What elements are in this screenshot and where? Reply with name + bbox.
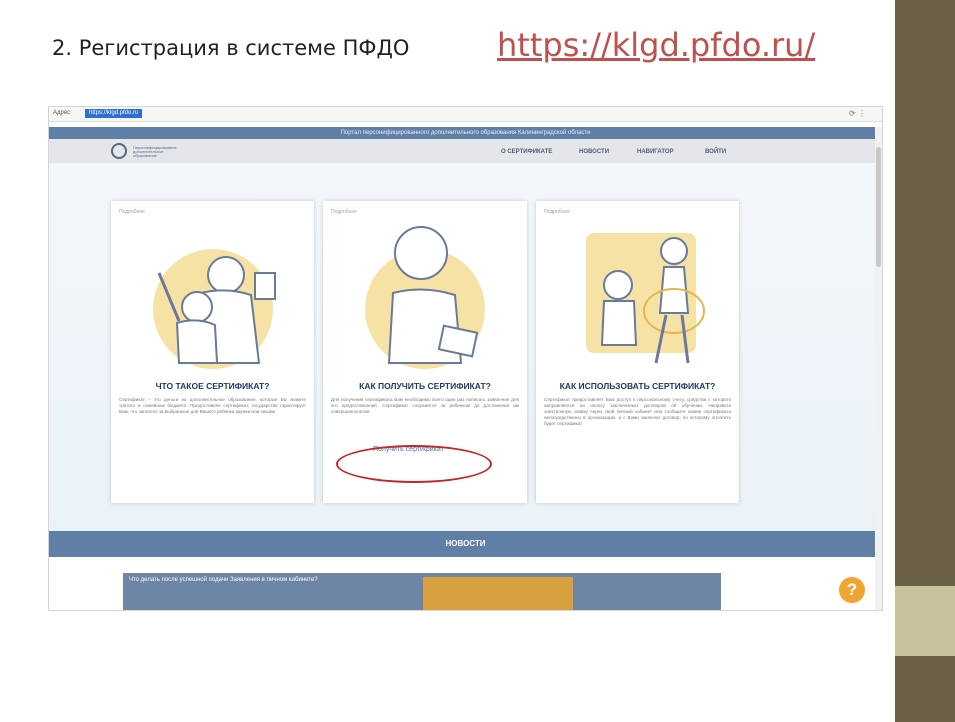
news-item-title[interactable]: Что делать после успешной подачи Заявлен… (129, 577, 318, 583)
family-illustration (153, 249, 276, 369)
portal-title-bar: Портал персонифицированного дополнительн… (49, 127, 882, 139)
card-more-link[interactable]: Подробнее (119, 209, 145, 215)
refresh-icon[interactable]: ⟳ ⋮ (849, 109, 866, 118)
address-bar: Адрес https://klgd.pfdo.ru ⟳ ⋮ (49, 107, 882, 122)
logo-icon[interactable] (111, 143, 127, 159)
card-title: КАК ПОЛУЧИТЬ СЕРТИФИКАТ? (359, 381, 491, 391)
card-text: Сертификат – это деньги на дополнительно… (119, 397, 306, 414)
site-url-link[interactable]: https://klgd.pfdo.ru/ (497, 26, 815, 64)
card-title: КАК ИСПОЛЬЗОВАТЬ СЕРТИФИКАТ? (559, 381, 716, 391)
slide-decor-accent (895, 586, 955, 656)
address-url[interactable]: https://klgd.pfdo.ru (85, 109, 143, 118)
news-header: НОВОСТИ (49, 531, 882, 557)
nav-item-about-certificate[interactable]: О СЕРТИФИКАТЕ (501, 149, 552, 155)
website-screenshot: Адрес https://klgd.pfdo.ru ⟳ ⋮ Портал пе… (48, 106, 883, 611)
children-illustration (586, 233, 705, 364)
card-how-to-use-certificate: Подробнее КАК ИСПОЛЬЗОВАТЬ СЕРТИФИКАТ? С… (536, 201, 739, 503)
card-what-is-certificate: Подробнее ЧТО ТАКОЕ СЕРТИФИКАТ? Сертифик… (111, 201, 314, 503)
card-title: ЧТО ТАКОЕ СЕРТИФИКАТ? (155, 381, 270, 391)
card-text: Сертификат предоставляет Вам доступ к пе… (544, 397, 731, 426)
scrollbar-thumb[interactable] (876, 147, 881, 267)
nav-item-news[interactable]: НОВОСТИ (579, 149, 609, 155)
news-item-image (423, 577, 573, 610)
help-button[interactable]: ? (839, 577, 865, 603)
nav-item-login[interactable]: ВОЙТИ (705, 149, 726, 155)
card-text: Для получения сертификата Вам необходимо… (331, 397, 519, 414)
news-item[interactable]: Что делать после успешной подачи Заявлен… (123, 573, 721, 610)
nav-item-navigator[interactable]: НАВИГАТОР (637, 149, 674, 155)
highlight-oval (336, 445, 492, 483)
logo-text[interactable]: Персонифицированное дополнительное образ… (133, 146, 187, 158)
slide-title: 2. Регистрация в системе ПФДО (52, 36, 410, 60)
woman-illustration (365, 226, 485, 369)
address-label: Адрес (53, 110, 71, 116)
